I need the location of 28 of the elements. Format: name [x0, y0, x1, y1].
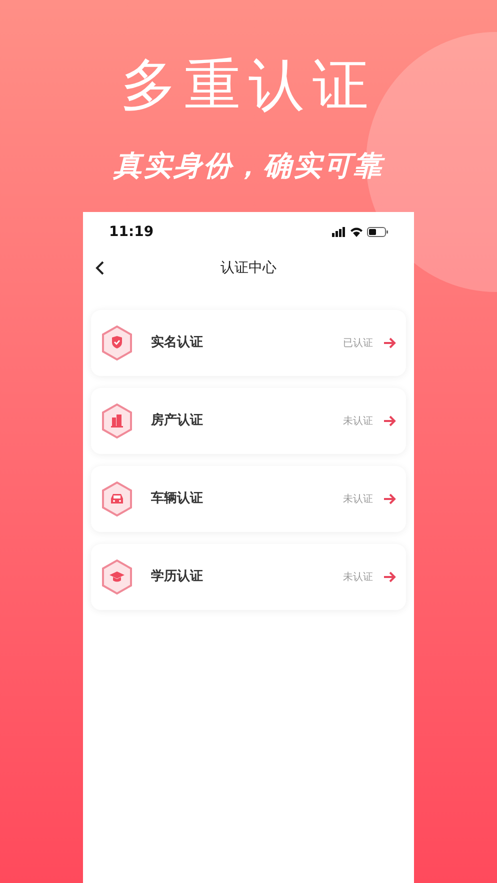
signal-icon [332, 227, 346, 237]
arrow-right-icon [383, 571, 396, 583]
verification-item[interactable]: 实名认证 已认证 [91, 310, 406, 376]
status-label: 未认证 [343, 414, 373, 428]
item-label: 实名认证 [151, 334, 204, 352]
item-label: 车辆认证 [151, 490, 204, 508]
item-label: 学历认证 [151, 568, 204, 586]
verification-item[interactable]: 车辆认证 未认证 [91, 466, 406, 532]
arrow-right-icon [383, 493, 396, 505]
status-label: 已认证 [343, 336, 373, 350]
status-label: 未认证 [343, 492, 373, 506]
verification-item[interactable]: 学历认证 未认证 [91, 544, 406, 610]
wifi-icon [350, 227, 363, 237]
headline: 多重认证 [120, 52, 376, 120]
hexagon-badge-icon [101, 403, 133, 439]
back-icon[interactable] [95, 261, 105, 275]
status-label: 未认证 [343, 570, 373, 584]
verification-item[interactable]: 房产认证 未认证 [91, 388, 406, 454]
hexagon-badge-icon [101, 325, 133, 361]
status-time: 11:19 [109, 222, 154, 242]
page-title: 认证中心 [220, 258, 276, 278]
battery-icon [367, 227, 388, 237]
hexagon-badge-icon [101, 481, 133, 517]
subtitle: 真实身份，确实可靠 [114, 148, 384, 184]
item-label: 房产认证 [151, 412, 204, 430]
arrow-right-icon [383, 415, 396, 427]
hexagon-badge-icon [101, 559, 133, 595]
arrow-right-icon [383, 337, 396, 349]
